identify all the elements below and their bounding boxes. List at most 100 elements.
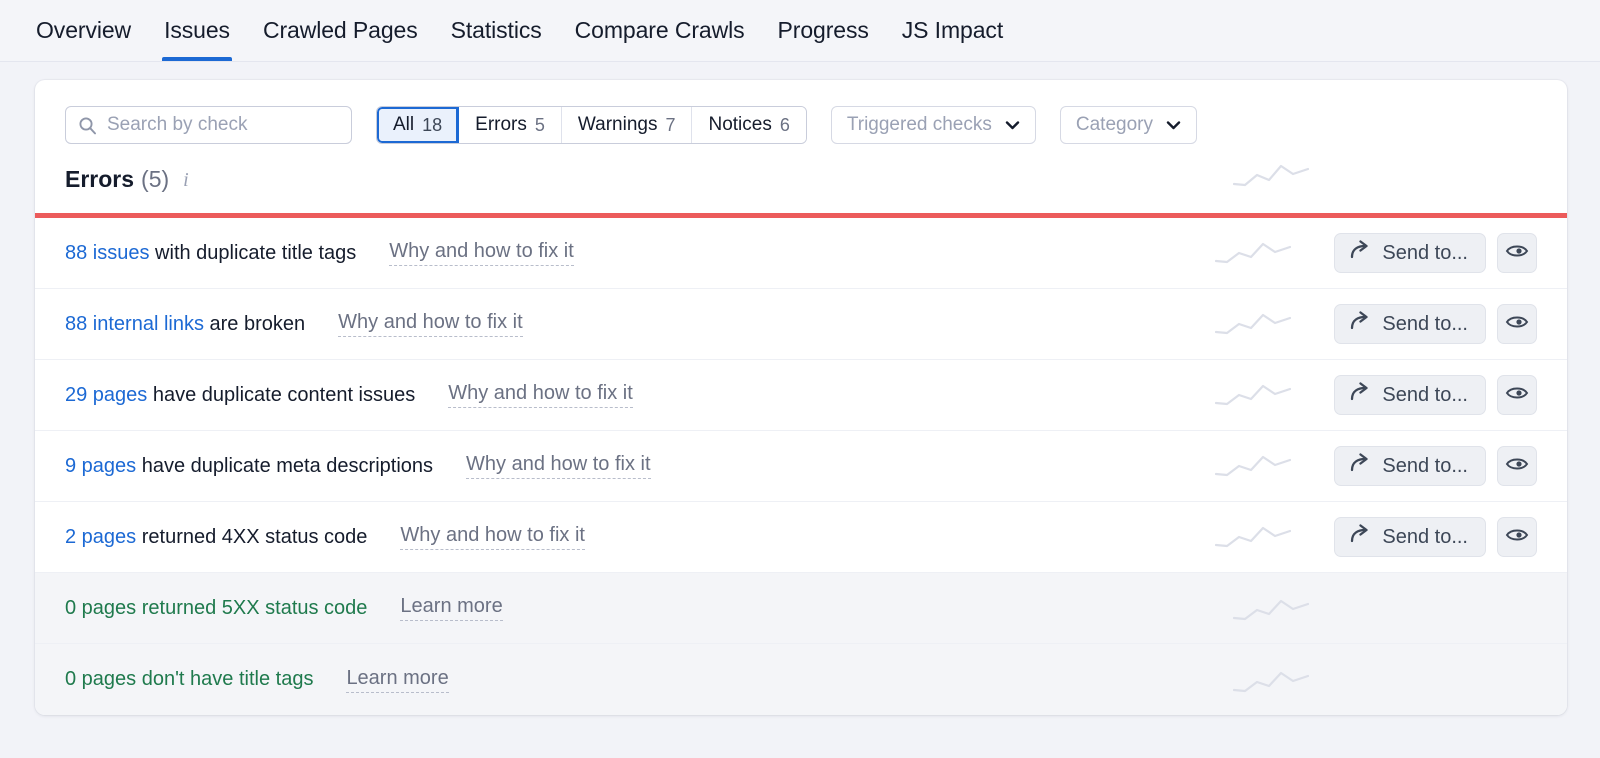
segment-label: Notices: [708, 114, 771, 136]
tab-js-impact[interactable]: JS Impact: [902, 0, 1003, 60]
tab-label: Issues: [164, 17, 230, 43]
share-arrow-icon: [1349, 311, 1371, 337]
learn-more-link[interactable]: Learn more: [346, 667, 448, 693]
issue-metric-label: 0 pages returned 5XX status code: [65, 597, 367, 619]
tab-compare-crawls[interactable]: Compare Crawls: [575, 0, 745, 60]
eye-icon: [1505, 526, 1529, 549]
tab-label: JS Impact: [902, 17, 1003, 43]
tab-label: Overview: [36, 17, 131, 43]
row-sparkline: [1215, 522, 1291, 553]
issue-description: 9 pages have duplicate meta descriptions: [65, 455, 433, 478]
table-row[interactable]: 9 pages have duplicate meta descriptions…: [35, 431, 1567, 502]
why-and-how-to-fix-link[interactable]: Why and how to fix it: [400, 524, 585, 550]
send-to-button[interactable]: Send to...: [1334, 233, 1486, 273]
table-row[interactable]: 0 pages don't have title tags Learn more: [35, 644, 1567, 715]
issue-description: 0 pages returned 5XX status code: [65, 597, 367, 620]
tab-overview[interactable]: Overview: [36, 0, 131, 60]
segment-count: 18: [422, 115, 442, 136]
issue-metric-link[interactable]: 88 issues: [65, 242, 150, 264]
issue-metric-link[interactable]: 29 pages: [65, 384, 147, 406]
table-row[interactable]: 29 pages have duplicate content issues W…: [35, 360, 1567, 431]
search-input[interactable]: [107, 114, 339, 136]
section-title: Errors: [65, 166, 134, 193]
share-arrow-icon: [1349, 453, 1371, 479]
view-issue-button[interactable]: [1497, 233, 1537, 273]
eye-icon: [1505, 455, 1529, 478]
dropdown-label: Triggered checks: [847, 114, 992, 136]
issue-rest-text: returned 4XX status code: [136, 526, 367, 548]
issue-metric-link[interactable]: 2 pages: [65, 526, 136, 548]
view-issue-button[interactable]: [1497, 517, 1537, 557]
issue-description: 0 pages don't have title tags: [65, 668, 313, 691]
issue-rest-text: have duplicate content issues: [147, 384, 415, 406]
section-sparkline: [1233, 158, 1309, 193]
issue-metric-link[interactable]: 9 pages: [65, 455, 136, 477]
tab-label: Statistics: [451, 17, 542, 43]
why-and-how-to-fix-link[interactable]: Why and how to fix it: [389, 240, 574, 266]
row-sparkline: [1233, 667, 1309, 693]
section-count: (5): [141, 166, 169, 193]
tab-statistics[interactable]: Statistics: [451, 0, 542, 60]
send-to-button[interactable]: Send to...: [1334, 517, 1486, 557]
learn-more-link[interactable]: Learn more: [400, 595, 502, 621]
segment-label: All: [393, 114, 414, 136]
segment-all[interactable]: All 18: [377, 107, 459, 143]
table-row[interactable]: 2 pages returned 4XX status code Why and…: [35, 502, 1567, 573]
eye-icon: [1505, 313, 1529, 336]
view-issue-button[interactable]: [1497, 446, 1537, 486]
why-and-how-to-fix-link[interactable]: Why and how to fix it: [448, 382, 633, 408]
tab-label: Crawled Pages: [263, 17, 418, 43]
table-row[interactable]: 88 issues with duplicate title tags Why …: [35, 218, 1567, 289]
info-icon[interactable]: i: [183, 170, 189, 190]
tab-crawled-pages[interactable]: Crawled Pages: [263, 0, 418, 60]
send-to-button[interactable]: Send to...: [1334, 375, 1486, 415]
issue-rest-text: with duplicate title tags: [150, 242, 357, 264]
issue-description: 88 issues with duplicate title tags: [65, 242, 356, 265]
tab-issues[interactable]: Issues: [164, 0, 230, 60]
send-to-label: Send to...: [1382, 384, 1468, 407]
row-actions: Send to...: [1215, 375, 1537, 415]
row-actions: Send to...: [1215, 517, 1537, 557]
search-icon: [78, 116, 97, 135]
send-to-label: Send to...: [1382, 313, 1468, 336]
send-to-label: Send to...: [1382, 242, 1468, 265]
table-row[interactable]: 88 internal links are broken Why and how…: [35, 289, 1567, 360]
issue-rest-text: are broken: [204, 313, 305, 335]
main-tab-bar: Overview Issues Crawled Pages Statistics…: [0, 0, 1600, 62]
issue-description: 88 internal links are broken: [65, 313, 305, 336]
table-row[interactable]: 0 pages returned 5XX status code Learn m…: [35, 573, 1567, 644]
issue-description: 2 pages returned 4XX status code: [65, 526, 367, 549]
why-and-how-to-fix-link[interactable]: Why and how to fix it: [338, 311, 523, 337]
issue-metric-link[interactable]: 88 internal links: [65, 313, 204, 335]
why-and-how-to-fix-link[interactable]: Why and how to fix it: [466, 453, 651, 479]
share-arrow-icon: [1349, 240, 1371, 266]
dropdown-label: Category: [1076, 114, 1153, 136]
search-input-wrapper[interactable]: [65, 106, 352, 144]
segment-warnings[interactable]: Warnings 7: [562, 107, 693, 143]
segment-notices[interactable]: Notices 6: [692, 107, 805, 143]
triggered-checks-dropdown[interactable]: Triggered checks: [831, 106, 1036, 144]
chevron-down-icon: [1005, 120, 1020, 130]
severity-segmented-control: All 18 Errors 5 Warnings 7 Notices 6: [376, 106, 807, 144]
tab-progress[interactable]: Progress: [778, 0, 869, 60]
errors-section-header: Errors (5) i: [35, 144, 1567, 213]
view-issue-button[interactable]: [1497, 304, 1537, 344]
row-actions: Send to...: [1215, 233, 1537, 273]
issue-rest-text: have duplicate meta descriptions: [136, 455, 433, 477]
row-sparkline: [1215, 309, 1291, 340]
share-arrow-icon: [1349, 524, 1371, 550]
issues-card: All 18 Errors 5 Warnings 7 Notices 6 Tri…: [35, 80, 1567, 715]
filter-toolbar: All 18 Errors 5 Warnings 7 Notices 6 Tri…: [35, 80, 1567, 144]
row-sparkline: [1215, 451, 1291, 482]
segment-label: Errors: [475, 114, 527, 136]
issue-description: 29 pages have duplicate content issues: [65, 384, 415, 407]
segment-errors[interactable]: Errors 5: [459, 107, 562, 143]
send-to-button[interactable]: Send to...: [1334, 304, 1486, 344]
eye-icon: [1505, 242, 1529, 265]
category-dropdown[interactable]: Category: [1060, 106, 1197, 144]
row-sparkline: [1233, 595, 1309, 621]
segment-label: Warnings: [578, 114, 658, 136]
row-sparkline: [1215, 380, 1291, 411]
send-to-button[interactable]: Send to...: [1334, 446, 1486, 486]
view-issue-button[interactable]: [1497, 375, 1537, 415]
